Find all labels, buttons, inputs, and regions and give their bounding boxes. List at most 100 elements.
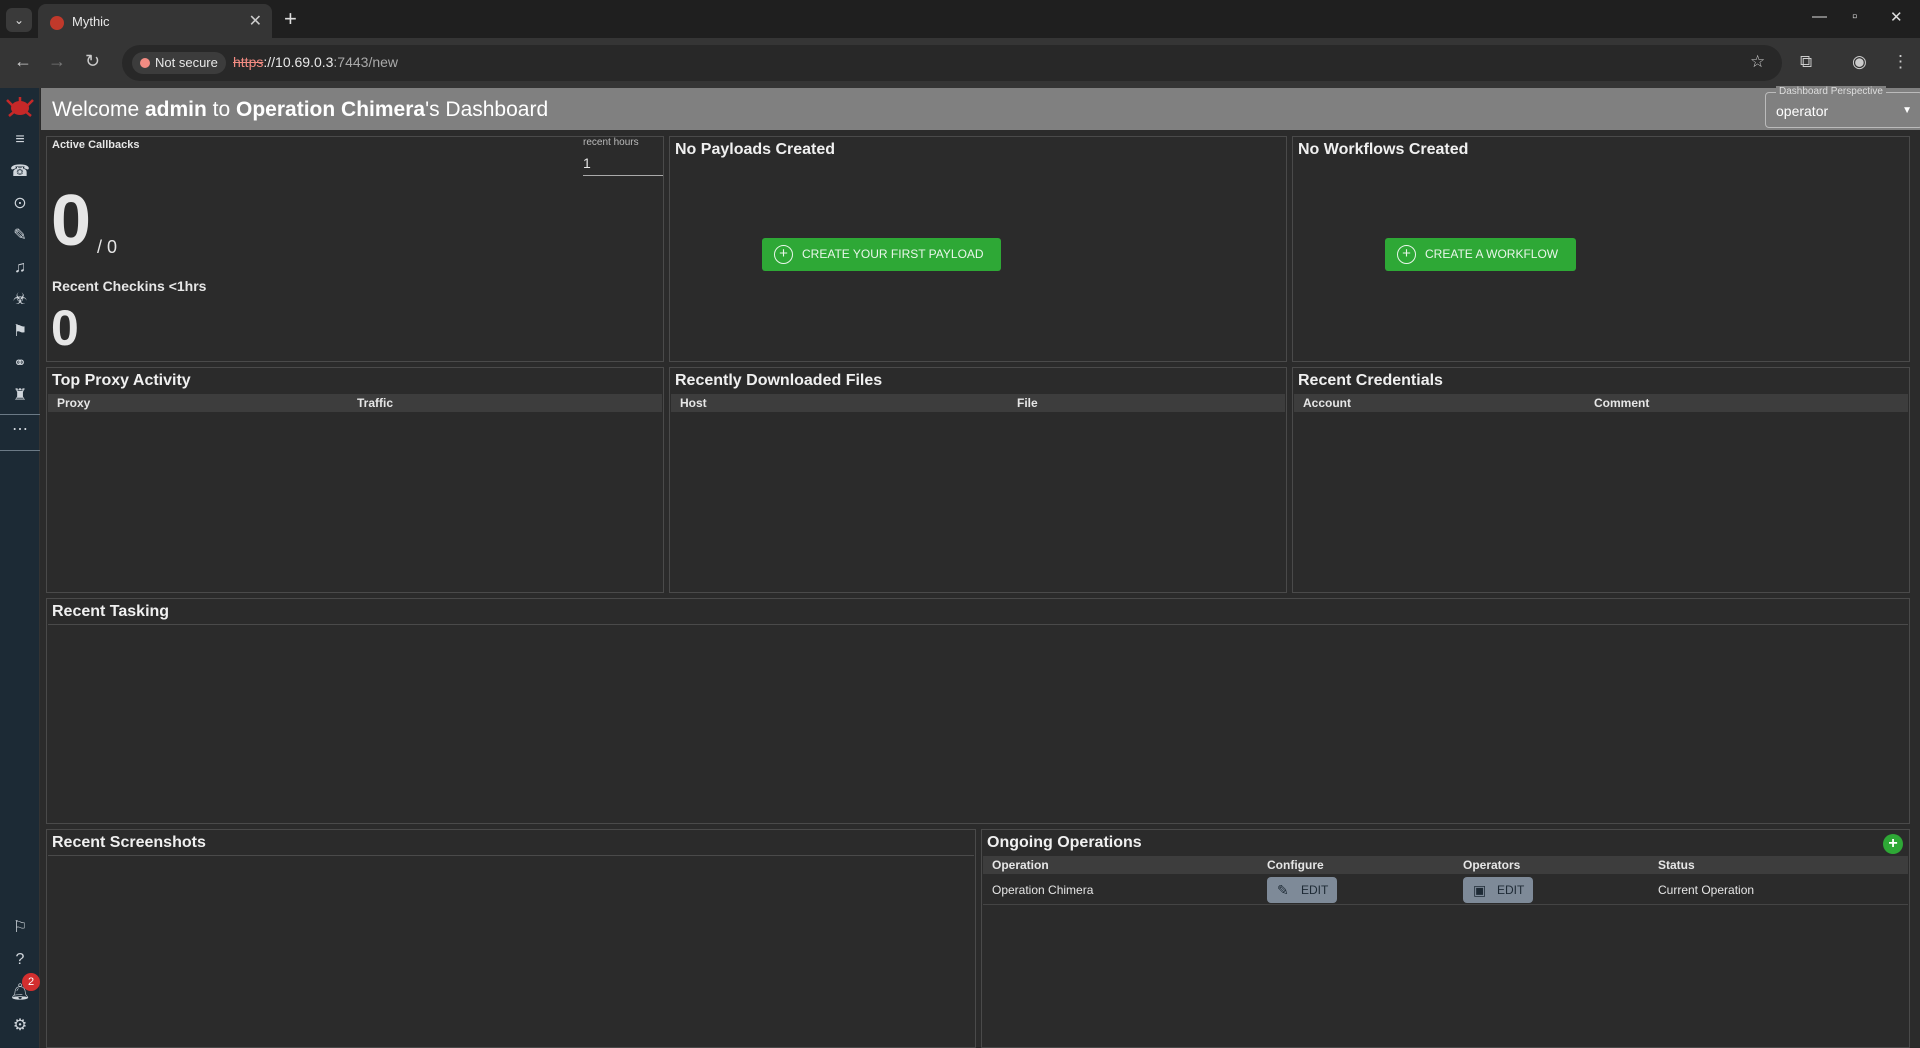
operation-name: Operation Chimera — [236, 98, 426, 121]
ongoing-operations-card: Ongoing Operations + Operation Configure… — [981, 829, 1910, 1048]
pencil-icon: ✎ — [1277, 882, 1289, 898]
sidebar-divider — [0, 450, 40, 451]
payloads-title: No Payloads Created — [675, 141, 836, 158]
proxy-table-header: Proxy Traffic — [48, 394, 662, 412]
create-payload-button[interactable]: + CREATE YOUR FIRST PAYLOAD — [762, 238, 1001, 271]
menu-hamburger-icon[interactable]: ≡ — [8, 128, 32, 152]
link-icon[interactable]: ⚭ — [8, 352, 32, 376]
tab-close-icon[interactable]: ✕ — [249, 11, 262, 31]
browser-tab[interactable]: Mythic ✕ — [38, 4, 272, 38]
browser-toolbar: ← → ↻ Not secure https://10.69.0.3:7443/… — [0, 38, 1920, 88]
recent-checkins-label: Recent Checkins <1hrs — [52, 278, 207, 294]
operators-headset-icon[interactable]: ♫ — [8, 256, 32, 280]
window-close-icon[interactable]: ✕ — [1890, 8, 1903, 26]
warning-icon — [140, 58, 150, 68]
back-icon[interactable]: ← — [14, 51, 32, 72]
welcome-suffix: 's Dashboard — [425, 98, 549, 121]
payloads-card: No Payloads Created + CREATE YOUR FIRST … — [669, 136, 1287, 362]
create-workflow-label: CREATE A WORKFLOW — [1425, 247, 1559, 261]
recent-tasking-card: Recent Tasking — [46, 598, 1910, 824]
divider — [48, 624, 1908, 625]
column-header[interactable]: Status — [1658, 858, 1695, 872]
screenshots-title: Recent Screenshots — [52, 834, 206, 851]
flag-icon[interactable]: ⚑ — [8, 320, 32, 344]
feedback-icon[interactable]: ⚐ — [8, 916, 32, 940]
dashboard-header: Welcome admin to Operation Chimera's Das… — [41, 86, 1920, 130]
minimize-icon[interactable]: — — [1812, 8, 1827, 25]
column-header[interactable]: Host — [680, 396, 707, 410]
biohazard-icon[interactable]: ☣ — [8, 288, 32, 312]
maximize-icon[interactable]: ▫ — [1852, 8, 1857, 25]
create-workflow-button[interactable]: + CREATE A WORKFLOW — [1385, 238, 1576, 271]
tab-search-button[interactable]: ⌄ — [6, 8, 32, 32]
add-circle-icon: + — [774, 245, 793, 264]
address-bar[interactable]: Not secure https://10.69.0.3:7443/new ☆ — [122, 45, 1782, 81]
operation-name-cell: Operation Chimera — [992, 883, 1094, 897]
forward-icon[interactable]: → — [48, 51, 66, 72]
contact-card-icon: ▣ — [1473, 882, 1487, 898]
operations-table-header: Operation Configure Operators Status — [983, 856, 1908, 874]
add-circle-icon: + — [1397, 245, 1416, 264]
browser-tab-strip: ⌄ Mythic ✕ + — ▫ ✕ — [0, 0, 1920, 38]
column-header[interactable]: File — [1017, 396, 1038, 410]
operation-status-cell: Current Operation — [1658, 883, 1755, 897]
proxy-title: Top Proxy Activity — [52, 372, 191, 389]
security-label: Not secure — [155, 55, 218, 70]
column-header[interactable]: Operation — [992, 858, 1049, 872]
recent-hours-input[interactable]: 1 — [583, 151, 663, 176]
user-settings-icon[interactable]: ⚙ — [8, 1014, 32, 1038]
edit-label: EDIT — [1497, 883, 1525, 897]
active-callbacks-title: Active Callbacks — [52, 139, 140, 151]
table-row: Operation Chimera ✎ EDIT ▣ EDIT Current … — [983, 875, 1908, 905]
downloads-table-header: Host File — [671, 394, 1285, 412]
socks-icon[interactable]: ♜ — [8, 384, 32, 408]
new-tab-button[interactable]: + — [284, 6, 297, 32]
reload-icon[interactable]: ↻ — [85, 51, 100, 72]
dashboard-perspective-select[interactable]: Dashboard Perspective operator ▼ — [1765, 86, 1920, 128]
tasking-title: Recent Tasking — [52, 603, 170, 620]
profile-icon[interactable]: ◉ — [1852, 52, 1867, 72]
column-header[interactable]: Comment — [1594, 396, 1649, 410]
perspective-label: Dashboard Perspective — [1776, 86, 1886, 97]
divider — [48, 855, 974, 856]
url-path: :7443/new — [333, 54, 399, 70]
credentials-card: Recent Credentials Account Comment — [1292, 367, 1910, 593]
column-header[interactable]: Proxy — [57, 396, 90, 410]
extensions-icon[interactable]: ⧉ — [1800, 52, 1812, 72]
payloads-play-icon[interactable]: ⊙ — [8, 192, 32, 216]
column-header[interactable]: Account — [1303, 396, 1351, 410]
add-operation-icon[interactable]: + — [1883, 834, 1903, 854]
callbacks-phone-icon[interactable]: ☎ — [8, 160, 32, 184]
username: admin — [144, 98, 207, 121]
security-chip[interactable]: Not secure — [132, 52, 226, 74]
chevron-down-icon: ▼ — [1902, 105, 1912, 116]
downloads-title: Recently Downloaded Files — [675, 372, 883, 389]
operators-edit-button[interactable]: ▣ EDIT — [1463, 877, 1533, 903]
column-header[interactable]: Configure — [1267, 858, 1324, 872]
sidebar-divider — [0, 414, 40, 415]
active-callbacks-card: Active Callbacks recent hours 1 0 / 0 Re… — [46, 136, 664, 362]
url-scheme: https — [233, 54, 264, 70]
more-icon[interactable]: ⋯ — [8, 418, 32, 442]
app-sidebar: ≡ ☎ ⊙ ✎ ♫ ☣ ⚑ ⚭ ♜ ⋯ ⚐ ? 🔔︎ 2 ⚙ — [0, 88, 40, 1048]
recent-hours-value: 1 — [583, 155, 591, 171]
configure-edit-button[interactable]: ✎ EDIT — [1267, 877, 1337, 903]
edit-label: EDIT — [1301, 883, 1329, 897]
bookmark-star-icon[interactable]: ☆ — [1750, 52, 1765, 72]
downloaded-files-card: Recently Downloaded Files Host File — [669, 367, 1287, 593]
recent-hours-label: recent hours — [583, 137, 639, 148]
welcome-mid: to — [206, 98, 237, 121]
tasking-pencil-icon[interactable]: ✎ — [8, 224, 32, 248]
credentials-table-header: Account Comment — [1294, 394, 1908, 412]
welcome-prefix: Welcome — [52, 98, 145, 121]
help-icon[interactable]: ? — [8, 948, 32, 972]
url-text[interactable]: https://10.69.0.3:7443/new — [233, 54, 398, 70]
notification-count-badge: 2 — [22, 973, 40, 991]
recent-screenshots-card: Recent Screenshots — [46, 829, 976, 1048]
browser-menu-icon[interactable]: ⋮ — [1892, 52, 1909, 72]
column-header[interactable]: Operators — [1463, 858, 1520, 872]
column-header[interactable]: Traffic — [357, 396, 393, 410]
recent-checkins-count: 0 — [51, 300, 79, 356]
total-callback-count: / 0 — [97, 237, 118, 257]
mythic-logo-icon[interactable] — [5, 94, 35, 120]
